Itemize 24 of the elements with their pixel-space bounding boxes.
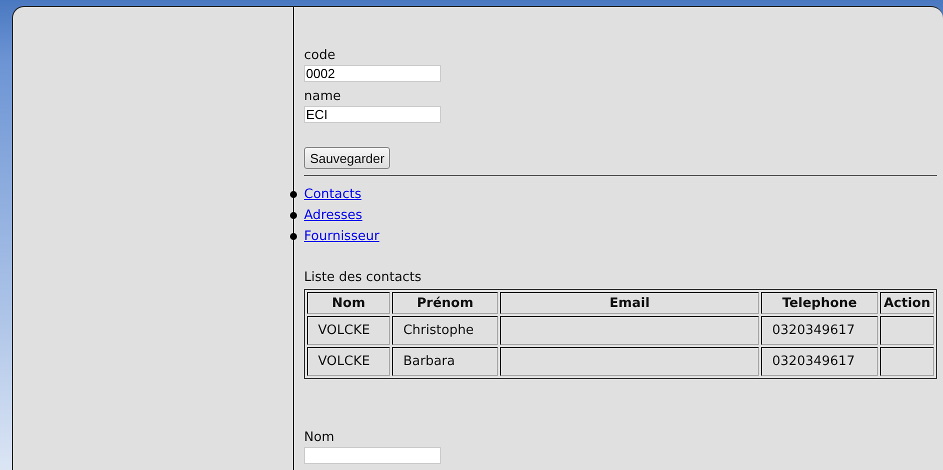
table-cell: 0320349617 bbox=[761, 347, 878, 376]
text-field[interactable]: 0002 bbox=[304, 65, 441, 82]
save-button[interactable]: Sauvegarder bbox=[304, 147, 390, 169]
table-cell: 0320349617 bbox=[761, 316, 878, 345]
text-field[interactable] bbox=[304, 447, 441, 464]
field-label: Nom bbox=[304, 429, 334, 447]
column-header: Telephone bbox=[761, 292, 878, 314]
table-cell bbox=[880, 347, 934, 376]
tab-link[interactable]: Adresses bbox=[304, 208, 362, 223]
table-cell: Barbara bbox=[392, 347, 498, 376]
tab-link[interactable]: Fournisseur bbox=[304, 229, 380, 244]
text-field[interactable]: ECI bbox=[304, 106, 441, 123]
column-header: Prénom bbox=[392, 292, 498, 314]
column-header: Email bbox=[500, 292, 760, 314]
table-cell: VOLCKE bbox=[307, 347, 390, 376]
table-cell: Christophe bbox=[392, 316, 498, 345]
column-header: Nom bbox=[307, 292, 390, 314]
table-cell bbox=[880, 316, 934, 345]
field-label: name bbox=[304, 88, 341, 106]
field-label: code bbox=[304, 47, 336, 65]
table-title: Liste des contacts bbox=[304, 269, 422, 287]
table-cell: VOLCKE bbox=[307, 316, 390, 345]
column-header: Action bbox=[880, 292, 934, 314]
tab-link[interactable]: Contacts bbox=[304, 187, 362, 202]
